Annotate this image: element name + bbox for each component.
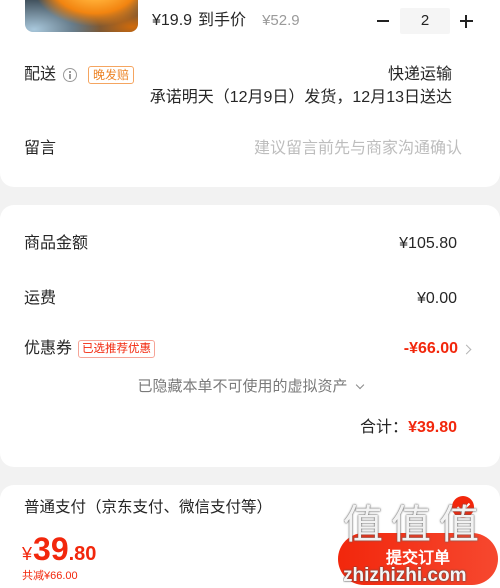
- submit-order-button[interactable]: 提交订单: [338, 533, 498, 585]
- price-decimal: .80: [68, 543, 97, 565]
- late-compensation-badge: 晚发赔: [88, 66, 135, 84]
- total-row: 合计： ¥39.80: [360, 417, 457, 439]
- payment-method[interactable]: 普通支付（京东支付、微信支付等）: [24, 497, 272, 519]
- chevron-right-icon[interactable]: [461, 344, 472, 354]
- goods-amount-label: 商品金额: [24, 235, 89, 252]
- price-summary-card: 商品金额 ¥105.80 运费 ¥0.00 优惠券 已选推荐优惠 -¥66.00…: [0, 205, 500, 467]
- price-currency: ¥: [22, 544, 33, 564]
- total-value: ¥39.80: [408, 419, 457, 436]
- original-price: ¥52.9: [262, 12, 300, 29]
- recommended-coupon-badge: 已选推荐优惠: [78, 340, 155, 358]
- final-price-label: 到手价: [198, 12, 247, 29]
- info-icon[interactable]: [63, 68, 77, 82]
- shipping-value: ¥0.00: [416, 290, 457, 307]
- minus-icon[interactable]: [373, 11, 393, 31]
- message-label: 留言: [24, 140, 57, 157]
- plus-icon[interactable]: [456, 11, 476, 31]
- total-saved: 共减¥66.00: [22, 570, 78, 582]
- total-label: 合计：: [360, 419, 409, 436]
- price-line: ¥19.9 到手价 ¥52.9: [152, 10, 300, 32]
- coupon-value[interactable]: -¥66.00: [404, 338, 458, 360]
- delivery-promise: 承诺明天（12月9日）发货，12月13日送达: [149, 89, 452, 106]
- checkout-footer: ¥39.80 共减¥66.00 提交订单: [0, 527, 500, 588]
- message-input[interactable]: [162, 137, 462, 161]
- product-image[interactable]: [25, 0, 138, 32]
- shipping-label: 运费: [24, 290, 57, 307]
- check-circle-icon[interactable]: [452, 496, 474, 518]
- coupon-label: 优惠券: [24, 340, 73, 357]
- delivery-method[interactable]: 快递运输: [388, 64, 452, 86]
- order-item-card: ¥19.9 到手价 ¥52.9 2 配送 晚发赔 快递运输 承诺明天（12月9日）发…: [0, 0, 500, 187]
- chevron-down-icon: [355, 380, 364, 390]
- goods-amount-value: ¥105.80: [399, 235, 457, 252]
- price-integer: 39: [33, 531, 69, 567]
- quantity-field[interactable]: 2: [400, 8, 450, 34]
- final-price: ¥19.9: [152, 12, 193, 29]
- hidden-assets-toggle[interactable]: 已隐藏本单不可使用的虚拟资产: [0, 376, 500, 398]
- delivery-label: 配送: [24, 66, 57, 83]
- hidden-assets-text: 已隐藏本单不可使用的虚拟资产: [137, 378, 348, 395]
- payable-price: ¥39.80: [22, 529, 96, 569]
